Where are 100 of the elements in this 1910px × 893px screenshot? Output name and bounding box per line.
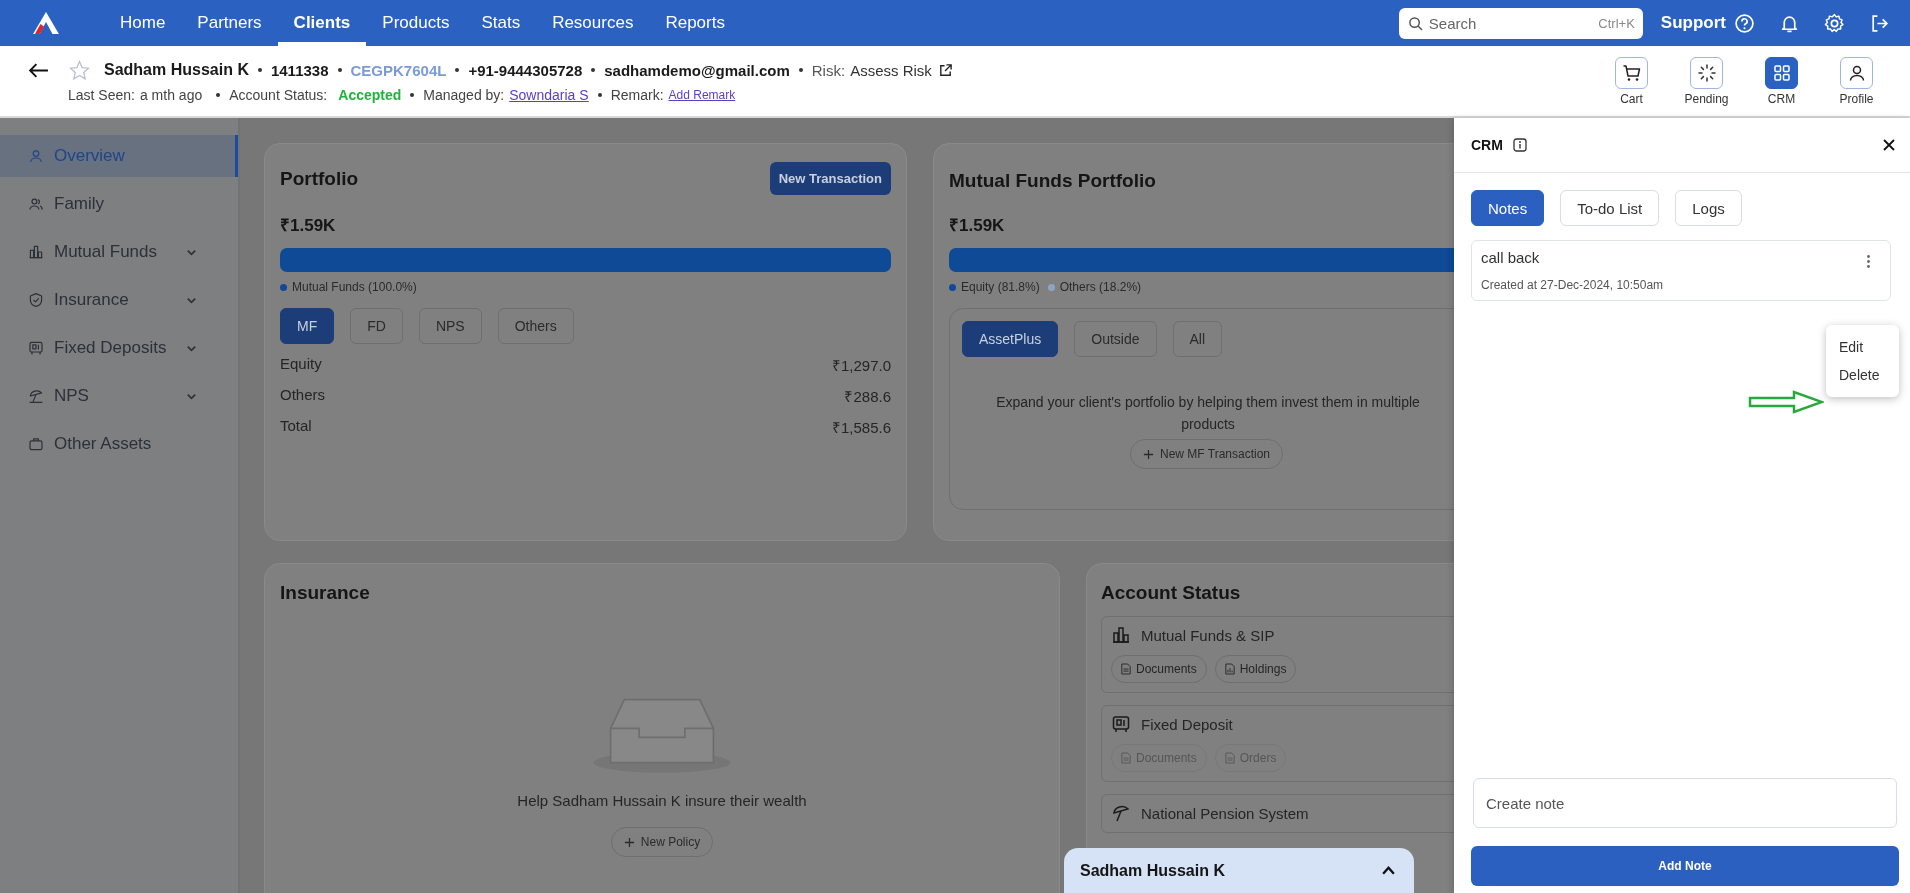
shield-icon (28, 292, 44, 308)
risk-label: Risk: (811, 61, 846, 79)
file-icon (1121, 752, 1131, 764)
source-tab[interactable]: All (1172, 321, 1223, 357)
asset-tab[interactable]: FD (350, 308, 403, 344)
source-tab[interactable]: AssetPlus (962, 321, 1059, 357)
search-icon (1407, 15, 1423, 31)
account-status-label: Account Status: (229, 86, 328, 103)
phone-number: +91-9444305728 (468, 61, 583, 79)
action-label: Pending (1684, 91, 1729, 106)
action-button[interactable] (1840, 56, 1873, 89)
add-note-button[interactable]: Add Note (1471, 846, 1899, 886)
note-input-field[interactable]: Create note (1473, 778, 1897, 828)
last-seen-label: Last Seen: (68, 86, 135, 103)
loading-icon (1696, 62, 1717, 83)
note-text: call back (1481, 249, 1541, 266)
people-icon (28, 196, 44, 212)
section-title: National Pension System (1141, 804, 1309, 822)
remark-label: Remark: (610, 86, 664, 103)
asset-tab[interactable]: NPS (418, 308, 482, 344)
close-icon[interactable] (1882, 138, 1896, 152)
file-icon (1121, 663, 1131, 675)
briefcase-icon (28, 436, 44, 452)
nav-link[interactable]: Home (104, 0, 182, 46)
menu-item[interactable]: Delete (1826, 361, 1899, 389)
action-label: Cart (1620, 91, 1643, 106)
empty-message: Expand your client's portfolio by helping them invest them in multiple (996, 393, 1420, 412)
logout-icon[interactable] (1869, 12, 1890, 34)
umbrella-icon (28, 388, 44, 404)
safe-icon (1111, 714, 1131, 734)
external-link-icon[interactable] (937, 62, 953, 78)
person-icon (28, 148, 44, 164)
sidebar-item[interactable]: NPS (0, 375, 238, 417)
info-icon[interactable] (1512, 138, 1527, 152)
plus-icon (1143, 448, 1154, 460)
asset-tab[interactable]: Others (497, 308, 574, 344)
action-label: Profile (1839, 91, 1874, 106)
shortcut-hint: Ctrl+K (1598, 15, 1635, 31)
managed-by-label: Managed by: (423, 86, 505, 103)
logo-icon[interactable] (32, 11, 60, 35)
card-title: Mutual Funds Portfolio (949, 169, 1157, 193)
settings-icon[interactable] (1824, 12, 1845, 34)
sidebar-item[interactable]: Insurance (0, 279, 238, 321)
umbrella-icon (1111, 803, 1131, 823)
legend-label: Equity (81.8%) (961, 280, 1040, 294)
empty-message: products (1181, 415, 1235, 434)
row-label: Others (280, 386, 325, 405)
arrow-icon (1748, 390, 1824, 414)
nav-link[interactable]: Products (366, 0, 466, 46)
client-name: Sadham Hussain K (104, 61, 249, 79)
nav-link[interactable]: Stats (465, 0, 537, 46)
crm-tab[interactable]: To-do List (1560, 190, 1660, 226)
source-tab[interactable]: Outside (1074, 321, 1157, 357)
manager-link[interactable]: Sowndaria S (509, 86, 589, 103)
bar-chart-icon (1111, 625, 1131, 645)
section-title: Fixed Deposit (1141, 715, 1233, 733)
pan-number: CEGPK7604L (350, 61, 447, 79)
legend-label: Mutual Funds (100.0%) (292, 280, 417, 294)
help-icon[interactable] (1734, 12, 1755, 34)
grid-icon (1771, 62, 1792, 83)
sidebar-item[interactable]: Fixed Deposits (0, 327, 238, 369)
row-label: Total (280, 417, 312, 436)
client-id: 1411338 (270, 61, 329, 79)
row-value: ₹1,297.0 (831, 356, 891, 375)
bar-chart-icon (28, 244, 44, 260)
star-icon[interactable] (69, 59, 90, 81)
email-address: sadhamdemo@gmail.com (604, 61, 790, 79)
legend-label: Others (18.2%) (1059, 280, 1142, 294)
new-transaction-button[interactable]: New Transaction (769, 162, 891, 195)
action-button[interactable] (1615, 56, 1648, 89)
sidebar-item[interactable]: Mutual Funds (0, 231, 238, 273)
account-status-value: Accepted (338, 86, 402, 103)
back-arrow-icon[interactable] (28, 61, 49, 79)
row-value: ₹288.6 (844, 387, 891, 406)
section-title: Mutual Funds & SIP (1141, 626, 1275, 644)
asset-tab[interactable]: MF (280, 308, 335, 344)
client-summary-bar[interactable]: Sadham Hussain K (1064, 848, 1414, 893)
sidebar-item[interactable]: Other Assets (0, 423, 238, 465)
support-link[interactable]: Support (1660, 13, 1726, 33)
action-label: CRM (1767, 91, 1796, 106)
card-title: Account Status (1101, 582, 1242, 604)
file-icon (1224, 752, 1235, 764)
more-options-icon[interactable] (1866, 254, 1871, 269)
note-timestamp: Created at 27-Dec-2024, 10:50am (1481, 278, 1665, 292)
drawer-title: CRM (1471, 137, 1503, 153)
crm-tab[interactable]: Notes (1471, 190, 1545, 226)
assess-risk-link[interactable]: Assess Risk (850, 61, 932, 79)
sidebar-item[interactable]: Family (0, 183, 238, 225)
portfolio-total: ₹1.59K (280, 215, 337, 236)
nav-link[interactable]: Resources (536, 0, 650, 46)
row-label: Equity (280, 355, 322, 374)
row-value: ₹1,585.6 (831, 418, 891, 437)
portfolio-total: ₹1.59K (949, 215, 1006, 236)
add-remark-link[interactable]: Add Remark (668, 87, 736, 102)
last-seen-value: a mth ago (139, 86, 203, 103)
crm-tab[interactable]: Logs (1675, 190, 1742, 226)
menu-item[interactable]: Edit (1826, 333, 1899, 361)
safe-icon (28, 340, 44, 356)
nav-link[interactable]: Reports (649, 0, 741, 46)
nav-link[interactable]: Partners (181, 0, 278, 46)
